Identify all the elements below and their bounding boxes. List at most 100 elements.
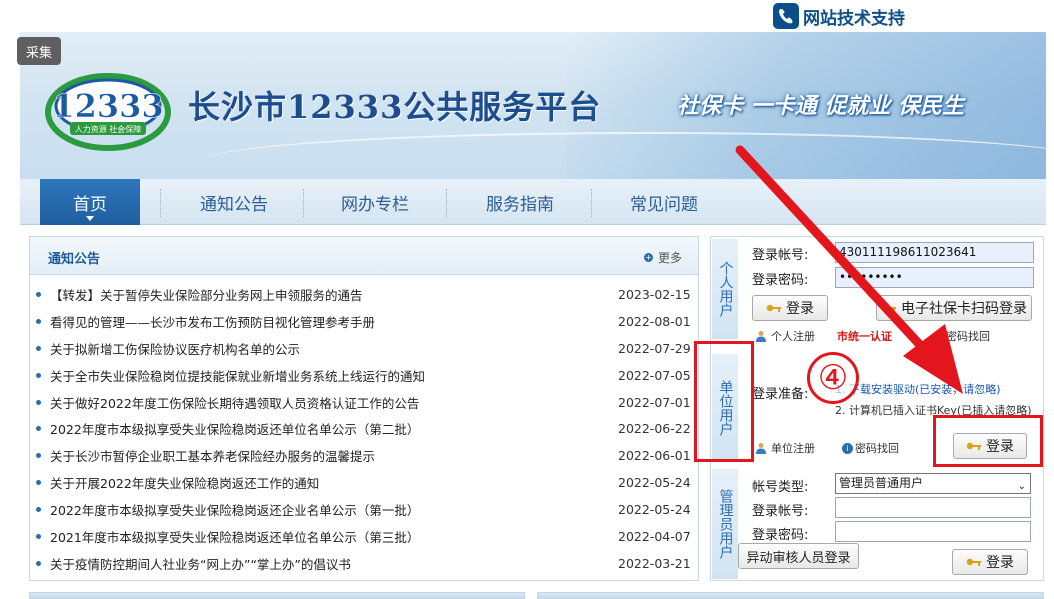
unit-password-recover-link[interactable]: i 密码找回 — [842, 440, 899, 456]
account-type-value: 管理员普通用户 — [839, 476, 924, 490]
nav-item-home[interactable]: 首页 — [40, 179, 140, 225]
admin-password-label: 登录密码: — [752, 528, 809, 543]
main-nav: 首页 通知公告 网办专栏 服务指南 常见问题 — [20, 179, 1046, 225]
list-item[interactable]: 关于开展2022年度失业保险稳岗返还工作的通知 2022-05-24 — [30, 469, 698, 496]
bullet-icon — [36, 372, 41, 378]
notice-panel: 通知公告 + 更多 【转发】关于暂停失业保险部分业务网上申领服务的通告 2023-… — [29, 236, 699, 581]
notice-title[interactable]: 【转发】关于暂停失业保险部分业务网上申领服务的通告 — [50, 285, 363, 304]
site-title: 长沙市12333公共服务平台 — [188, 88, 602, 126]
chevron-down-icon: ⌄ — [1017, 481, 1026, 492]
list-item[interactable]: 关于长沙市暂停企业职工基本养老保险经办服务的温馨提示 2022-06-01 — [30, 442, 698, 469]
list-item[interactable]: 关于做好2022年度工伤保险长期待遇领取人员资格认证工作的公告 2022-07-0… — [30, 389, 698, 416]
notice-title[interactable]: 关于长沙市暂停企业职工基本养老保险经办服务的温馨提示 — [50, 446, 375, 465]
info-icon: i — [933, 330, 944, 342]
notice-title[interactable]: 关于做好2022年度工伤保险长期待遇领取人员资格认证工作的公告 — [50, 393, 419, 412]
list-item[interactable]: 关于拟新增工伤保险协议医疗机构名单的公示 2022-07-29 — [30, 335, 698, 362]
login-panel: 个人用户 登录帐号: 430111198611023641 登录密码: ••••… — [710, 236, 1044, 581]
notice-panel-header: 通知公告 + 更多 — [30, 237, 698, 275]
notice-list: 【转发】关于暂停失业保险部分业务网上申领服务的通告 2023-02-15 看得见的… — [30, 281, 698, 577]
login-prep-label: 登录准备: — [752, 387, 809, 402]
nav-item-online-services[interactable]: 网办专栏 — [320, 179, 430, 225]
banner-wave — [200, 132, 1046, 179]
list-item[interactable]: 2022年度市本级拟享受失业保险稳岗返还企业名单公示（第一批） 2022-05-2… — [30, 496, 698, 523]
bullet-icon — [36, 534, 41, 540]
notice-title[interactable]: 关于疫情防控期间人社业务“网上办”“掌上办”的倡议书 — [50, 554, 351, 573]
nav-divider — [160, 189, 161, 217]
notice-date: 2022-06-22 — [618, 421, 691, 437]
tab-admin-user[interactable]: 管理员用户 — [712, 469, 738, 579]
bullet-icon — [36, 345, 41, 351]
list-item[interactable]: 【转发】关于暂停失业保险部分业务网上申领服务的通告 2023-02-15 — [30, 281, 698, 308]
key-icon — [966, 558, 981, 566]
highlight-box-unit-login — [933, 415, 1043, 467]
notice-date: 2022-07-01 — [618, 394, 691, 410]
bullet-icon — [36, 560, 41, 566]
personal-register-label: 个人注册 — [771, 330, 815, 343]
admin-password-input[interactable] — [835, 521, 1031, 542]
bullet-icon — [36, 399, 41, 405]
unified-auth-link[interactable]: 市统一认证 — [837, 328, 892, 344]
banner-slogan: 社保卡 一卡通 促就业 保民生 — [677, 94, 964, 119]
list-item[interactable]: 2022年度市本级拟享受失业保险稳岗返还单位名单公示（第二批） 2022-06-2… — [30, 415, 698, 442]
account-label: 登录帐号: — [752, 248, 809, 263]
nav-item-notices[interactable]: 通知公告 — [180, 179, 288, 225]
list-item[interactable]: 关于疫情防控期间人社业务“网上办”“掌上办”的倡议书 2022-03-21 — [30, 550, 698, 577]
tech-support-link[interactable]: 网站技术支持 — [773, 3, 905, 29]
unit-register-link[interactable]: 单位注册 — [755, 440, 815, 456]
notice-date: 2022-03-21 — [618, 555, 691, 571]
password-label: 登录密码: — [752, 273, 809, 288]
step-number: ④ — [817, 358, 849, 398]
notice-title[interactable]: 2021年度市本级拟享受失业保险稳岗返还单位名单公示（第三批） — [50, 527, 419, 546]
admin-account-label: 登录帐号: — [752, 504, 809, 519]
phone-icon — [773, 3, 799, 29]
personal-password-recover-link[interactable]: i 密码找回 — [933, 328, 990, 344]
unit-register-label: 单位注册 — [771, 442, 815, 455]
svg-text:12333: 12333 — [52, 87, 163, 125]
nav-item-faq[interactable]: 常见问题 — [608, 179, 720, 225]
site-logo[interactable]: 12333 人力资源 社会保障 — [42, 62, 182, 152]
password-input[interactable]: ••••••••• — [835, 267, 1034, 288]
notice-date: 2022-05-24 — [618, 502, 691, 518]
support-label: 网站技术支持 — [803, 8, 905, 29]
person-icon — [756, 443, 766, 454]
bullet-icon — [36, 292, 41, 297]
notice-title[interactable]: 关于全市失业保险稳岗位提技能保就业新增业务系统上线运行的通知 — [50, 366, 425, 385]
notice-title[interactable]: 关于拟新增工伤保险协议医疗机构名单的公示 — [50, 339, 300, 358]
personal-register-link[interactable]: 个人注册 — [755, 328, 815, 344]
more-link-label: 更多 — [657, 251, 682, 265]
account-type-select[interactable]: 管理员普通用户 ⌄ — [835, 473, 1031, 494]
key-icon — [881, 304, 896, 312]
notice-title[interactable]: 看得见的管理——长沙市发布工伤预防目视化管理参考手册 — [50, 312, 375, 331]
notice-date: 2022-07-05 — [618, 367, 691, 383]
unit-recover-label: 密码找回 — [855, 442, 899, 455]
bottom-panel-edge — [537, 592, 1044, 599]
admin-account-input[interactable] — [835, 497, 1031, 518]
notice-title[interactable]: 关于开展2022年度失业保险稳岗返还工作的通知 — [50, 473, 319, 492]
list-item[interactable]: 2021年度市本级拟享受失业保险稳岗返还单位名单公示（第三批） 2022-04-0… — [30, 523, 698, 550]
personal-recover-label: 密码找回 — [946, 330, 990, 343]
notice-date: 2022-06-01 — [618, 448, 691, 464]
nav-item-service-guide[interactable]: 服务指南 — [464, 179, 576, 225]
tab-personal-user[interactable]: 个人用户 — [712, 239, 738, 339]
notice-title[interactable]: 2022年度市本级拟享受失业保险稳岗返还企业名单公示（第一批） — [50, 500, 419, 519]
account-input[interactable]: 430111198611023641 — [835, 242, 1034, 263]
bullet-icon — [36, 426, 41, 432]
nav-divider — [303, 189, 304, 217]
personal-login-button[interactable]: 登录 — [752, 295, 828, 321]
notice-date: 2023-02-15 — [618, 286, 691, 302]
more-link[interactable]: + 更多 — [643, 249, 682, 266]
e-card-qr-login-button[interactable]: 电子社保卡扫码登录 — [876, 295, 1032, 321]
e-card-qr-login-label: 电子社保卡扫码登录 — [901, 301, 1027, 317]
remote-audit-login-button[interactable]: 异动审核人员登录 — [738, 543, 859, 569]
list-item[interactable]: 看得见的管理——长沙市发布工伤预防目视化管理参考手册 2022-08-01 — [30, 308, 698, 335]
nav-divider — [446, 189, 447, 217]
admin-login-label: 登录 — [986, 555, 1014, 571]
account-type-label: 帐号类型: — [752, 480, 809, 495]
list-item[interactable]: 关于全市失业保险稳岗位提技能保就业新增业务系统上线运行的通知 2022-07-05 — [30, 362, 698, 389]
bullet-icon — [36, 507, 41, 513]
driver-download-link[interactable]: 1. 下载安装驱动(已安装，请忽略) — [835, 381, 1001, 397]
capture-badge[interactable]: 采集 — [17, 37, 61, 65]
notice-title[interactable]: 2022年度市本级拟享受失业保险稳岗返还单位名单公示（第二批） — [50, 419, 419, 438]
top-bar: 网站技术支持 — [0, 0, 1054, 32]
admin-login-button[interactable]: 登录 — [952, 549, 1028, 575]
